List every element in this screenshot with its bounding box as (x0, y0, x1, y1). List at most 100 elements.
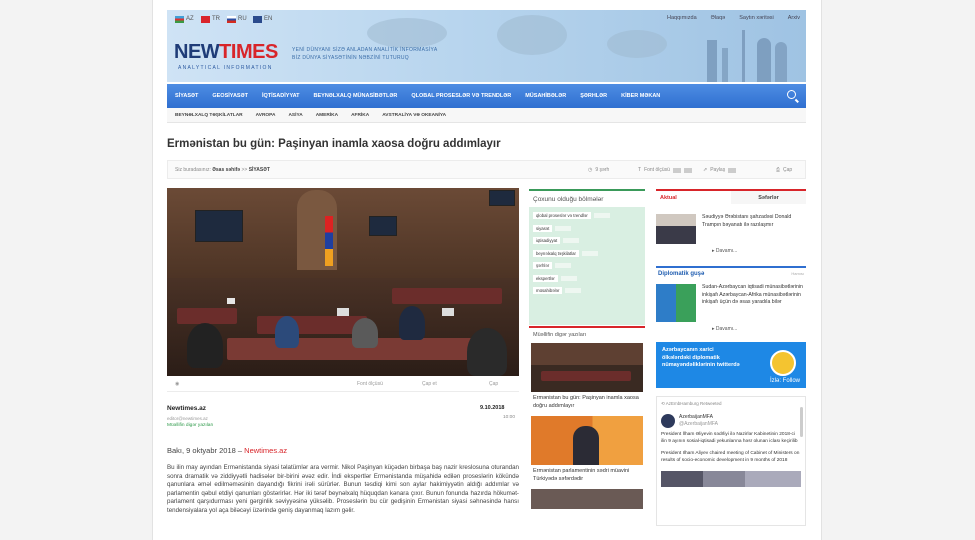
font-size-control[interactable]: T Font ölçüsü (638, 167, 692, 173)
subnav-item-teskilatlar[interactable]: BEYNƏLXALQ TƏŞKİLATLAR (175, 113, 243, 118)
article-time: 10:00 (503, 415, 516, 420)
diplomatic-corner-all[interactable]: Hamısı (791, 271, 804, 277)
share-control[interactable]: ⇗ Paylaş (703, 167, 737, 173)
photo-person (399, 306, 425, 340)
font-decrease-button[interactable] (672, 167, 681, 173)
author-other-articles-link[interactable]: Müəllifin digər yazıları (167, 423, 213, 428)
category-label: iqtisadiyyat (533, 237, 561, 244)
dateline-source[interactable]: Newtimes.az (244, 446, 287, 455)
twitter-banner[interactable]: Azərbaycanın xarici ölkələrdəki diplomat… (656, 342, 806, 388)
nav-item-qlobal[interactable]: QLOBAL PROSESLƏR VƏ TRENDLƏR (411, 93, 511, 99)
news-headline[interactable]: Sudan-Azərbaycan iqtisadi münasibətlərin… (696, 284, 804, 322)
nav-item-siyaset[interactable]: SİYASƏT (175, 93, 198, 99)
other-article-thumb[interactable] (531, 416, 643, 465)
font-increase-button[interactable] (683, 167, 692, 173)
read-more-link[interactable]: ▸ Davamı... (712, 248, 806, 254)
lang-en[interactable]: EN (253, 15, 273, 24)
subnav-item-afrika[interactable]: AFRİKA (351, 113, 369, 118)
news-tabs: Aktual Səfərlər (656, 189, 806, 204)
nav-item-serhler[interactable]: ŞƏRHLƏR (580, 93, 607, 99)
photo-person (467, 328, 507, 376)
nav-item-beynelxalq[interactable]: BEYNƏLXALQ MÜNASİBƏTLƏR (314, 93, 398, 99)
comments-count[interactable]: ◷ 9 şərh (588, 167, 609, 173)
logo-new: NEW (174, 41, 220, 63)
read-more-link[interactable]: ▸ Davamı... (712, 326, 806, 332)
tab-seferler[interactable]: Səfərlər (731, 191, 806, 204)
article-body: Bu ilin may ayından Ermənistanda siyasi … (167, 464, 519, 514)
category-count (565, 288, 582, 293)
author-email[interactable]: editor@newtimes.az (167, 416, 208, 421)
category-count (555, 263, 572, 268)
diplomatic-corner-title: Diplomatik guşə (658, 271, 705, 277)
other-article-thumb[interactable] (531, 343, 643, 392)
search-icon[interactable] (787, 90, 796, 99)
photo-flag (325, 216, 333, 266)
world-map-shape (497, 15, 567, 55)
lang-tr[interactable]: TR (201, 15, 221, 24)
twitter-follow-label[interactable]: İzlə: Follow (770, 378, 800, 386)
subnav-item-avstraliya[interactable]: AVSTRALİYA VƏ OKEANİYA (382, 113, 446, 118)
top-link-sitemap[interactable]: Saytın xəritəsi (739, 15, 774, 21)
nav-item-kiber[interactable]: KİBER MƏKAN (621, 93, 660, 99)
clock-icon: ◷ (588, 167, 593, 173)
breadcrumb: Siz buradasınız: Əsas səhifə >> SİYASƏT (175, 167, 270, 173)
flame-tower (757, 38, 771, 82)
thumb-person (573, 426, 599, 465)
lang-ru[interactable]: RU (227, 15, 247, 24)
breadcrumb-home[interactable]: Əsas səhifə (212, 167, 240, 173)
category-item[interactable]: müsahibələr (533, 287, 641, 294)
share-button[interactable] (728, 167, 737, 173)
world-map-shape (367, 18, 447, 48)
avatar (661, 413, 675, 428)
print-label[interactable]: Çap et (422, 381, 437, 387)
feed-scrollbar[interactable] (800, 407, 803, 437)
article-title: Ermənistan bu gün: Paşinyan inamla xaosa… (167, 138, 501, 150)
category-item[interactable]: şərhlər (533, 262, 641, 269)
nav-item-geosiyaset[interactable]: GEOSİYASƏT (212, 93, 248, 99)
article-dateline: Bakı, 9 oktyabr 2018 – Newtimes.az (167, 446, 287, 455)
category-label: beynəlxalq təşkilatlar (533, 249, 579, 257)
nav-item-musahibeler[interactable]: MÜSAHİBƏLƏR (525, 93, 566, 99)
photo-seats (257, 316, 367, 334)
news-item[interactable]: Səudiyyə Ərəbistanı şahzadəsi Donald Tra… (656, 214, 806, 244)
print-icon[interactable]: Çap (489, 381, 498, 387)
diplomatic-corner-header: Diplomatik guşə Hamısı (656, 266, 806, 280)
news-item[interactable]: Sudan-Azərbaycan iqtisadi münasibətlərin… (656, 284, 806, 322)
tweet-account[interactable]: AzerbaijanMFA @AzerbaijanMFA (661, 413, 801, 428)
other-article-caption[interactable]: Ermənistan parlamentinin sədri müavini T… (529, 468, 645, 483)
tv-tower (742, 30, 745, 82)
tab-aktual[interactable]: Aktual (656, 191, 731, 204)
category-item[interactable]: qlobal proseslər və trendlər (533, 212, 641, 219)
twitter-feed[interactable]: ⟲ AzEmbHamburg Retweeted AzerbaijanMFA @… (656, 396, 806, 526)
top-links: Haqqımızda Əlaqə Saytın xəritəsi Arxiv (667, 15, 800, 21)
tweet-image[interactable] (661, 470, 801, 487)
print-label: Çap (783, 167, 793, 173)
views-eye-icon: ◉ (175, 381, 180, 387)
dateline-prefix: Bakı, 9 oktyabr 2018 – (167, 446, 243, 455)
print-control[interactable]: ⎙ Çap (776, 167, 792, 173)
subnav-item-avropa[interactable]: AVROPA (256, 113, 276, 118)
photo-toolbar: ◉ Font ölçüsü Çap et Çap (167, 377, 519, 392)
top-link-about[interactable]: Haqqımızda (667, 15, 697, 21)
font-size-label[interactable]: Font ölçüsü (357, 381, 383, 387)
other-article-thumb[interactable] (531, 489, 643, 509)
subnav-item-asiya[interactable]: ASİYA (288, 113, 302, 118)
news-headline[interactable]: Səudiyyə Ərəbistanı şahzadəsi Donald Tra… (696, 214, 804, 244)
top-link-contact[interactable]: Əlaqə (711, 15, 726, 21)
article-photo (167, 188, 519, 376)
nav-item-iqtisadiyyat[interactable]: İQTİSADİYYAT (262, 93, 300, 99)
category-item[interactable]: siyasət (533, 224, 641, 232)
subnav-item-amerika[interactable]: AMERİKA (316, 113, 338, 118)
category-item[interactable]: ekspertlər (533, 274, 641, 282)
lang-az[interactable]: AZ (175, 15, 195, 24)
site-logo[interactable]: NEWTIMES (174, 41, 278, 64)
other-article-caption[interactable]: Ermənistan bu gün: Paşinyan inamla xaosa… (529, 395, 645, 410)
world-map-shape (607, 30, 667, 58)
category-item[interactable]: iqtisadiyyat (533, 237, 641, 244)
other-articles-title: Müəllifin digər yazıları (529, 326, 645, 342)
author-name[interactable]: Newtimes.az (167, 405, 206, 412)
thumb-seats (541, 371, 631, 381)
breadcrumb-section[interactable]: SİYASƏT (249, 167, 270, 173)
category-item[interactable]: beynəlxalq təşkilatlar (533, 249, 641, 257)
top-link-archive[interactable]: Arxiv (788, 15, 800, 21)
